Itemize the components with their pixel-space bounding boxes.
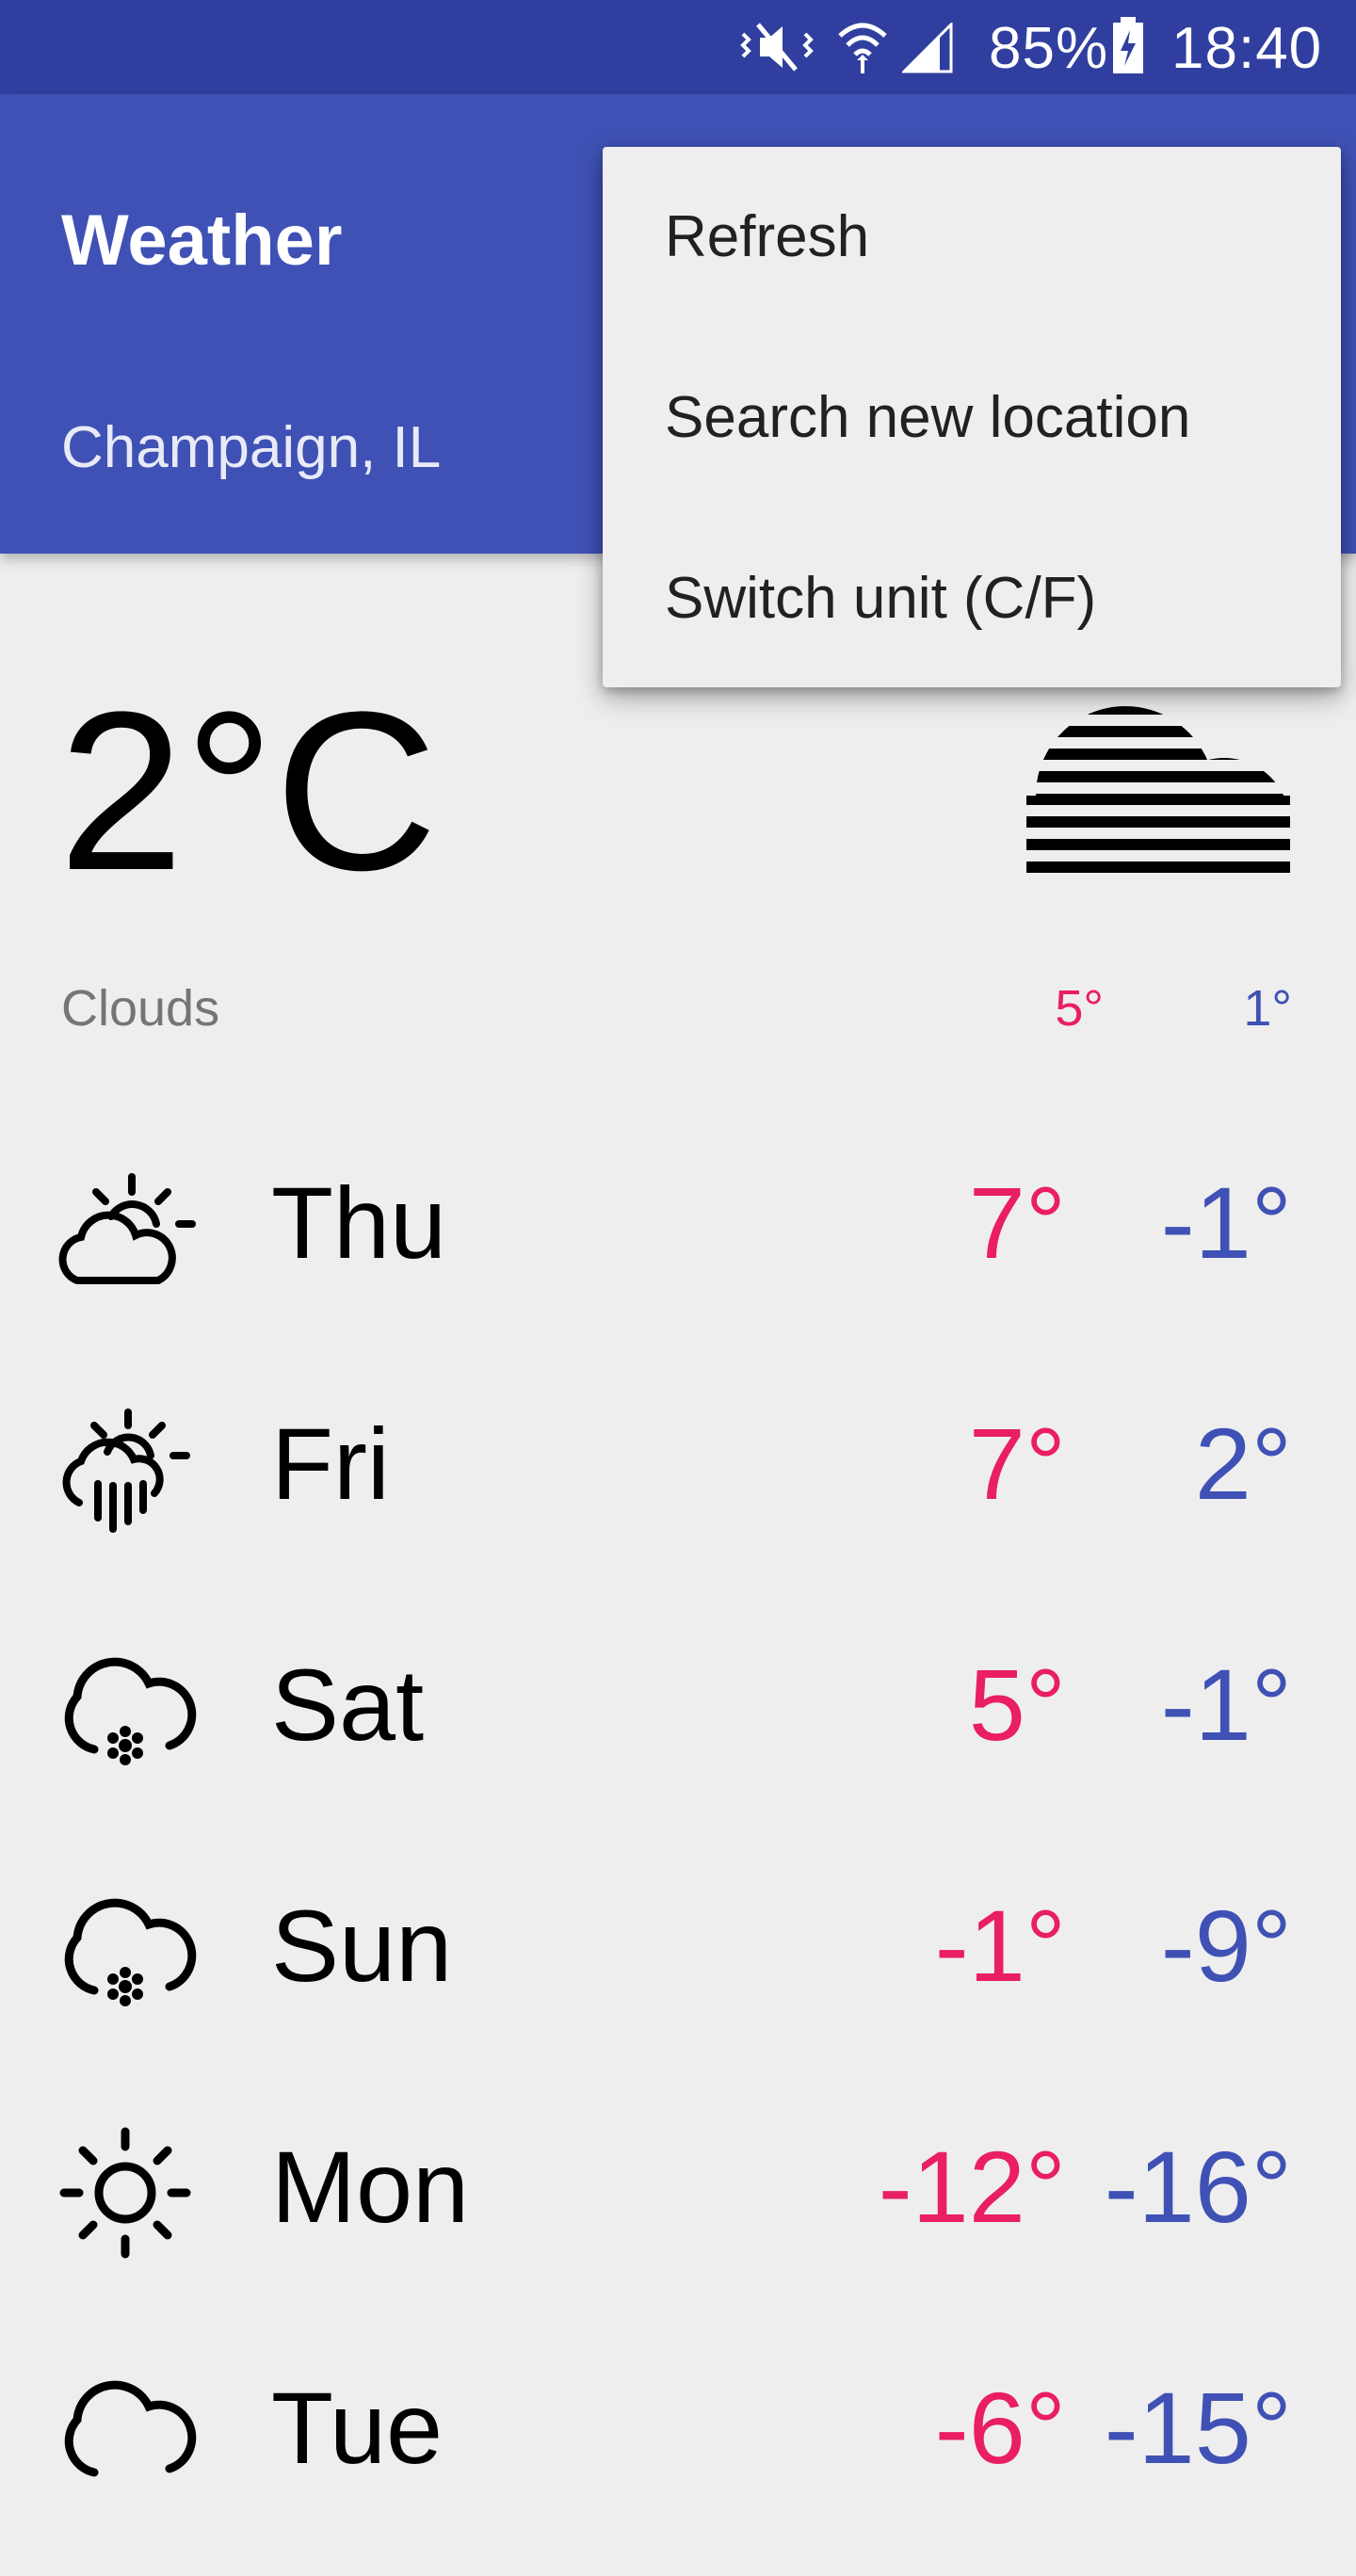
menu-item-search-location[interactable]: Search new location [603, 328, 1341, 507]
day-name: Sat [271, 1648, 425, 1762]
day-low: 2° [1194, 1407, 1292, 1521]
app-title: Weather [61, 201, 343, 281]
day-name: Tue [271, 2371, 444, 2485]
menu-item-switch-unit[interactable]: Switch unit (C/F) [603, 508, 1341, 687]
menu-item-label: Refresh [665, 204, 870, 269]
clock: 18:40 [1171, 16, 1323, 81]
current-temperature: 2°C [58, 665, 438, 917]
rain-sun-icon [62, 1409, 190, 1533]
mute-icon [740, 23, 814, 72]
forecast-row[interactable]: Sat 5° -1° [0, 1612, 1356, 1853]
forecast-row[interactable]: Sun -1° -9° [0, 1853, 1356, 2094]
signal-icon [902, 23, 953, 73]
menu-item-label: Switch unit (C/F) [665, 566, 1097, 631]
day-high: -12° [878, 2130, 1066, 2244]
overflow-menu: Refresh Search new location Switch unit … [603, 147, 1341, 687]
day-low: -1° [1160, 1648, 1292, 1762]
forecast-row[interactable]: Thu 7° -1° [0, 1130, 1356, 1371]
fog-clouds-icon [1026, 706, 1290, 873]
day-high: 5° [968, 1648, 1066, 1762]
forecast-row[interactable]: Fri 7° 2° [0, 1371, 1356, 1612]
partly-cloudy-icon [58, 1173, 196, 1284]
day-high: -1° [934, 1889, 1066, 2003]
status-bar: 85% 18:40 [0, 0, 1356, 94]
day-low: -16° [1104, 2130, 1292, 2244]
battery-charging-icon [1113, 17, 1143, 73]
current-description: Clouds [61, 980, 220, 1037]
day-low: -1° [1160, 1166, 1292, 1280]
day-name: Mon [271, 2130, 470, 2244]
day-high: 7° [968, 1407, 1066, 1521]
day-name: Sun [271, 1889, 453, 2003]
day-name: Fri [271, 1407, 390, 1521]
snow-icon [64, 1898, 197, 2006]
snow-icon [64, 1657, 197, 1765]
day-low: -15° [1104, 2371, 1292, 2485]
battery-percent: 85% [989, 16, 1109, 81]
day-high: 7° [968, 1166, 1066, 1280]
sun-icon [59, 2127, 191, 2259]
menu-item-label: Search new location [665, 385, 1191, 450]
today-high: 5° [1055, 980, 1104, 1037]
day-name: Thu [271, 1166, 447, 1280]
forecast-row[interactable]: Tue -6° -15° [0, 2335, 1356, 2576]
menu-item-refresh[interactable]: Refresh [603, 147, 1341, 326]
forecast-row[interactable]: Mon -12° -16° [0, 2094, 1356, 2335]
day-low: -9° [1160, 1889, 1292, 2003]
cloud-icon [64, 2380, 197, 2477]
location-label[interactable]: Champaign, IL [61, 414, 441, 481]
today-low: 1° [1243, 980, 1292, 1037]
day-high: -6° [934, 2371, 1066, 2485]
wifi-icon [838, 23, 887, 73]
